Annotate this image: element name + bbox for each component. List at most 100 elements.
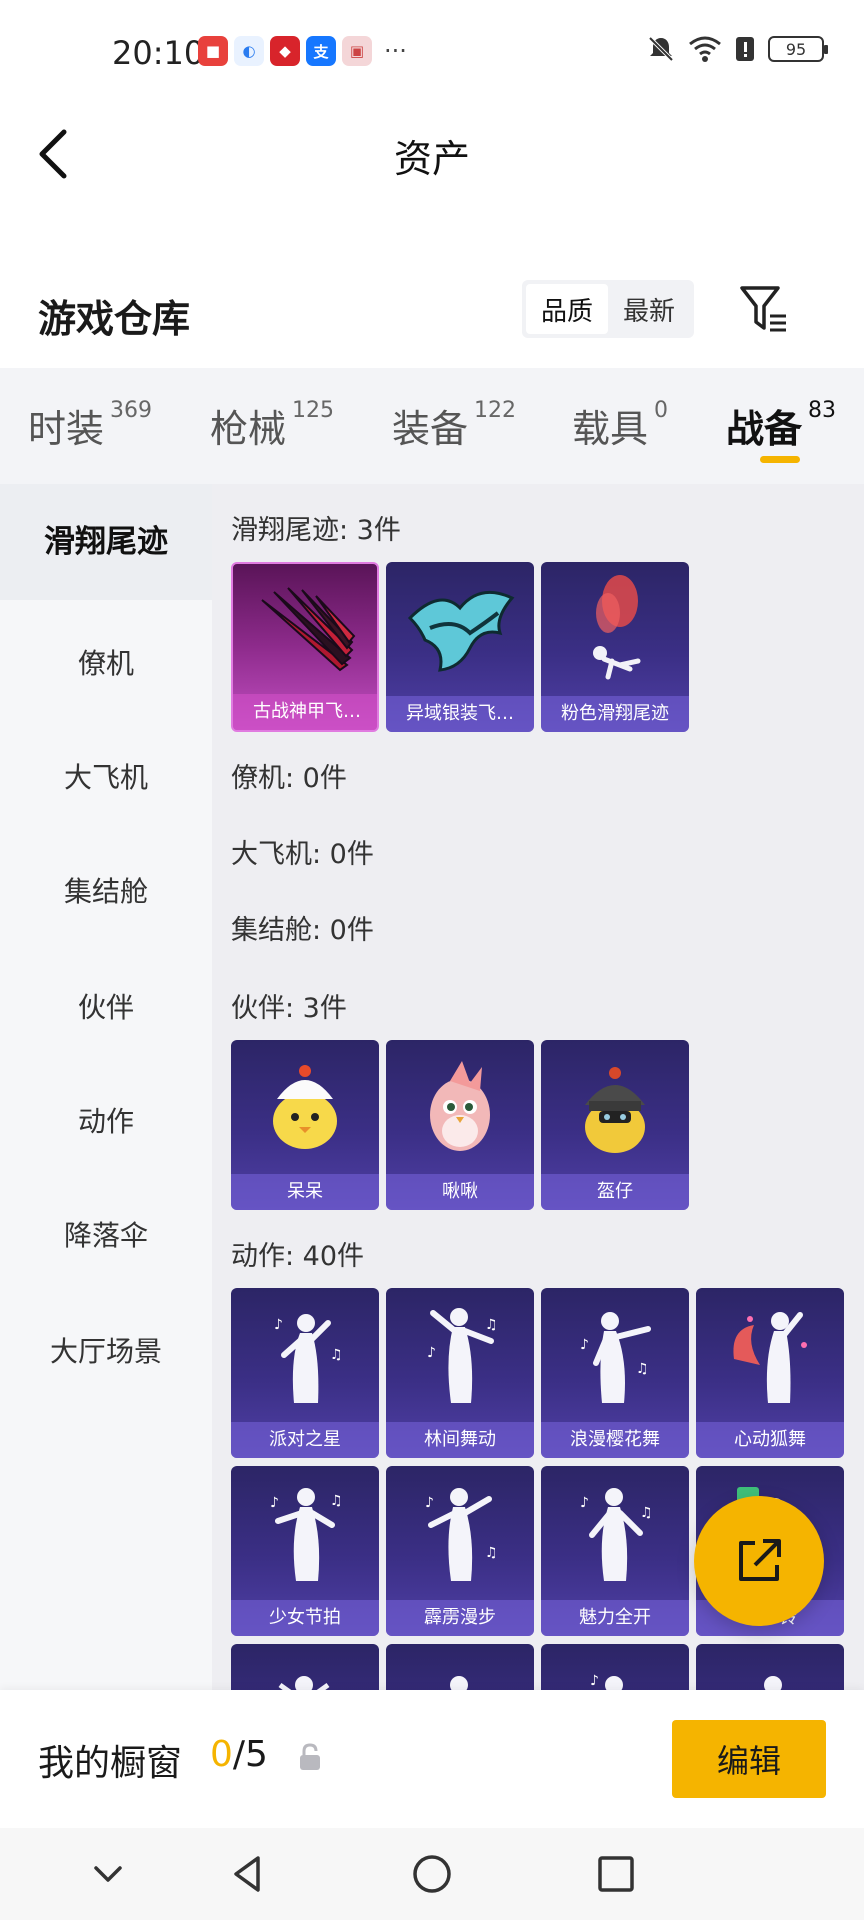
- item-card[interactable]: 异域银装飞…: [386, 562, 534, 732]
- wifi-icon: [689, 36, 721, 62]
- page-title: 资产: [393, 137, 470, 181]
- svg-text:♫: ♫: [330, 1493, 343, 1509]
- sidebar-item-parachute[interactable]: 降落伞: [0, 1214, 212, 1254]
- dancer-icon: [696, 1644, 844, 1690]
- item-card[interactable]: [696, 1644, 844, 1690]
- tab-vehicles[interactable]: 载具 0: [572, 398, 668, 453]
- back-triangle-icon[interactable]: [224, 1850, 272, 1898]
- pod-section-title: 集结舱: 0件: [231, 915, 374, 946]
- home-circle-icon[interactable]: [408, 1850, 456, 1898]
- svg-text:♫: ♫: [485, 1545, 498, 1561]
- sidebar-item-plane[interactable]: 大飞机: [0, 756, 212, 796]
- showcase-label: 我的橱窗: [38, 1743, 183, 1784]
- system-navigation-bar: [0, 1828, 864, 1920]
- battery-icon: 95: [768, 36, 828, 62]
- section-title: 游戏仓库: [38, 297, 191, 341]
- item-card[interactable]: 心动狐舞: [696, 1288, 844, 1458]
- hide-keyboard-icon[interactable]: [84, 1850, 132, 1898]
- showcase-current: 0: [210, 1734, 233, 1775]
- item-name: 派对之星: [231, 1422, 379, 1458]
- dancer-icon: [386, 1644, 534, 1690]
- svg-text:♫: ♫: [640, 1505, 653, 1521]
- fox-dancer-icon: [696, 1288, 844, 1420]
- dancer-icon: ♪ ♫: [541, 1288, 689, 1420]
- status-bar: 20:10 ■ ◐ ◆ 支 ▣ ··· 95: [0, 0, 864, 104]
- subcategory-sidebar: 滑翔尾迹 僚机 大飞机 集结舱 伙伴 动作 降落伞 大厅场景: [0, 484, 212, 1690]
- filter-icon[interactable]: [738, 284, 790, 334]
- item-card[interactable]: 粉色滑翔尾迹: [541, 562, 689, 732]
- item-name: 啾啾: [386, 1174, 534, 1210]
- mute-bell-icon: [648, 36, 674, 62]
- showcase-total: /5: [232, 1734, 268, 1775]
- item-card[interactable]: 啾啾: [386, 1040, 534, 1210]
- svg-text:♪: ♪: [274, 1317, 283, 1333]
- share-icon: [739, 1539, 781, 1581]
- browser-icon: ◐: [234, 36, 264, 66]
- edit-button[interactable]: 编辑: [672, 1720, 826, 1798]
- sort-toggle: 品质 最新: [522, 280, 694, 338]
- item-name: 盔仔: [541, 1174, 689, 1210]
- svg-text:♪: ♪: [590, 1673, 599, 1689]
- sidebar-item-lobby-scene[interactable]: 大厅场景: [0, 1330, 212, 1370]
- emote-section-title: 动作: 40件: [231, 1241, 365, 1272]
- item-card[interactable]: ♪ ♫ 林间舞动: [386, 1288, 534, 1458]
- helmet-chick-partner-icon: [541, 1040, 689, 1172]
- smoke-trail-icon: [541, 562, 689, 694]
- sort-newest-option[interactable]: 最新: [608, 284, 690, 334]
- dancer-icon: ♪ ♫: [386, 1288, 534, 1420]
- item-name: 霹雳漫步: [386, 1600, 534, 1636]
- alipay-icon: 支: [306, 36, 336, 66]
- sidebar-item-emote[interactable]: 动作: [0, 1100, 212, 1140]
- svg-text:♫: ♫: [636, 1361, 649, 1377]
- svg-text:♪: ♪: [425, 1495, 434, 1511]
- svg-text:♪: ♪: [580, 1337, 589, 1353]
- share-button[interactable]: [694, 1496, 824, 1626]
- tab-supplies[interactable]: 战备 83: [726, 398, 836, 453]
- item-card[interactable]: ♪ ♫ 魅力全开: [541, 1466, 689, 1636]
- wing-trail-icon: [386, 562, 534, 694]
- sort-quality-option[interactable]: 品质: [526, 284, 608, 334]
- red-app-icon: ◆: [270, 36, 300, 66]
- item-card[interactable]: 古战神甲飞…: [231, 562, 379, 732]
- svg-text:♪: ♪: [427, 1345, 436, 1361]
- svg-text:♫: ♫: [485, 1317, 498, 1333]
- tab-fashion[interactable]: 时装 369: [28, 398, 152, 453]
- sidebar-item-glide-trail[interactable]: 滑翔尾迹: [0, 484, 212, 600]
- dancer-icon: [231, 1644, 379, 1690]
- sidebar-item-pod[interactable]: 集结舱: [0, 870, 212, 910]
- item-card[interactable]: ♪ ♫ 派对之星: [231, 1288, 379, 1458]
- recents-square-icon[interactable]: [592, 1850, 640, 1898]
- item-card[interactable]: ♪ ♫ 少女节拍: [231, 1466, 379, 1636]
- sidebar-item-wingman[interactable]: 僚机: [0, 642, 212, 682]
- item-name: 浪漫樱花舞: [541, 1422, 689, 1458]
- active-tab-indicator: [760, 456, 800, 463]
- svg-text:♪: ♪: [580, 1495, 589, 1511]
- item-card[interactable]: [386, 1644, 534, 1690]
- tab-equipment[interactable]: 装备 122: [392, 398, 516, 453]
- item-card[interactable]: ♪: [541, 1644, 689, 1690]
- dancer-icon: ♪: [541, 1644, 689, 1690]
- item-card[interactable]: [231, 1644, 379, 1690]
- trail-section-title: 滑翔尾迹: 3件: [231, 515, 401, 546]
- category-tabs: 时装 369 枪械 125 装备 122 载具 0 战备 83: [0, 368, 864, 484]
- bird-partner-icon: [386, 1040, 534, 1172]
- dancer-icon: ♪ ♫: [541, 1466, 689, 1598]
- item-card[interactable]: ♪ ♫ 霹雳漫步: [386, 1466, 534, 1636]
- more-notifications-icon: ···: [384, 37, 407, 65]
- wing-trail-icon: [233, 564, 377, 696]
- dancer-icon: ♪ ♫: [386, 1466, 534, 1598]
- item-card[interactable]: 盔仔: [541, 1040, 689, 1210]
- item-name: 魅力全开: [541, 1600, 689, 1636]
- partner-section-title: 伙伴: 3件: [231, 993, 347, 1024]
- alert-icon: [736, 37, 754, 61]
- huawei-market-icon: ■: [198, 36, 228, 66]
- tab-guns[interactable]: 枪械 125: [210, 398, 334, 453]
- lock-icon: [300, 1743, 320, 1770]
- wingman-section-title: 僚机: 0件: [231, 763, 347, 794]
- system-indicators: 95: [646, 34, 828, 64]
- sidebar-item-partner[interactable]: 伙伴: [0, 986, 212, 1026]
- item-name: 心动狐舞: [696, 1422, 844, 1458]
- svg-text:♪: ♪: [270, 1495, 279, 1511]
- item-card[interactable]: ♪ ♫ 浪漫樱花舞: [541, 1288, 689, 1458]
- item-card[interactable]: 呆呆: [231, 1040, 379, 1210]
